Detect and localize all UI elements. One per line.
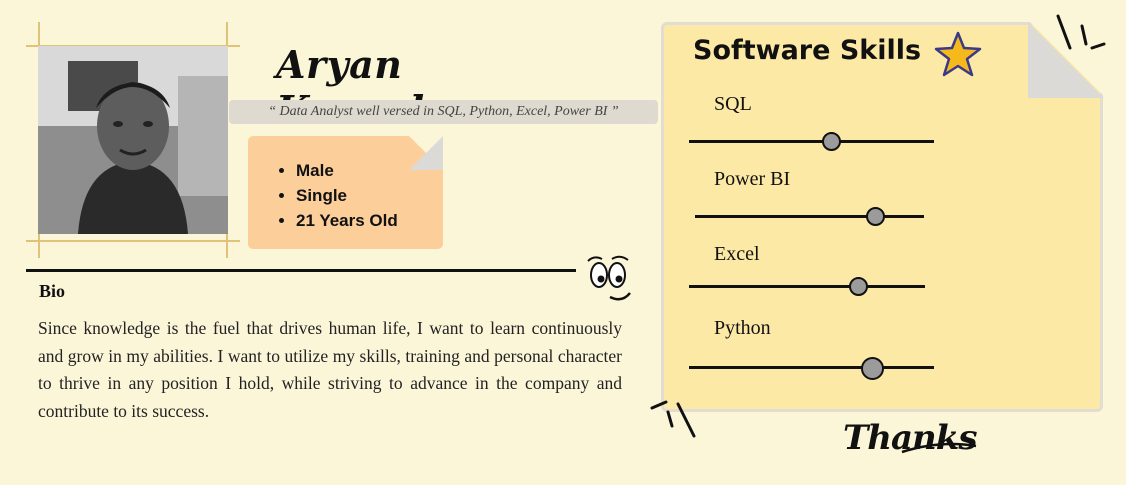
bio-divider: [26, 269, 576, 272]
skill-label-sql: SQL: [714, 93, 752, 115]
sparkle-strokes-top: [1056, 14, 1106, 50]
frame-line-bottom: [26, 240, 240, 242]
skills-heading: Software Skills: [693, 35, 922, 66]
sparkle-strokes-bottom: [650, 400, 696, 438]
star-icon: [934, 31, 982, 77]
personal-facts-card: Male Single 21 Years Old: [248, 136, 443, 249]
bio-heading: Bio: [39, 281, 66, 301]
profile-photo: [38, 46, 228, 234]
bio-paragraph: Since knowledge is the fuel that drives …: [38, 318, 622, 421]
fact-age: 21 Years Old: [296, 208, 443, 233]
skill-slider-sql[interactable]: [821, 132, 841, 151]
skill-label-excel: Excel: [714, 243, 760, 265]
person-photo: [38, 46, 228, 234]
skill-track-excel: [689, 285, 925, 288]
fact-status: Single: [296, 183, 443, 208]
skill-track-sql: [689, 140, 934, 143]
skill-label-powerbi: Power BI: [714, 168, 791, 190]
skill-track-powerbi: [695, 215, 924, 218]
skill-track-python: [689, 366, 934, 369]
skill-label-python: Python: [714, 317, 771, 339]
thanks-underline: [901, 442, 977, 454]
profile-tagline: “ Data Analyst well versed in SQL, Pytho…: [229, 100, 658, 124]
smiley-face-icon: [587, 255, 631, 301]
facts-fold: [409, 136, 443, 170]
